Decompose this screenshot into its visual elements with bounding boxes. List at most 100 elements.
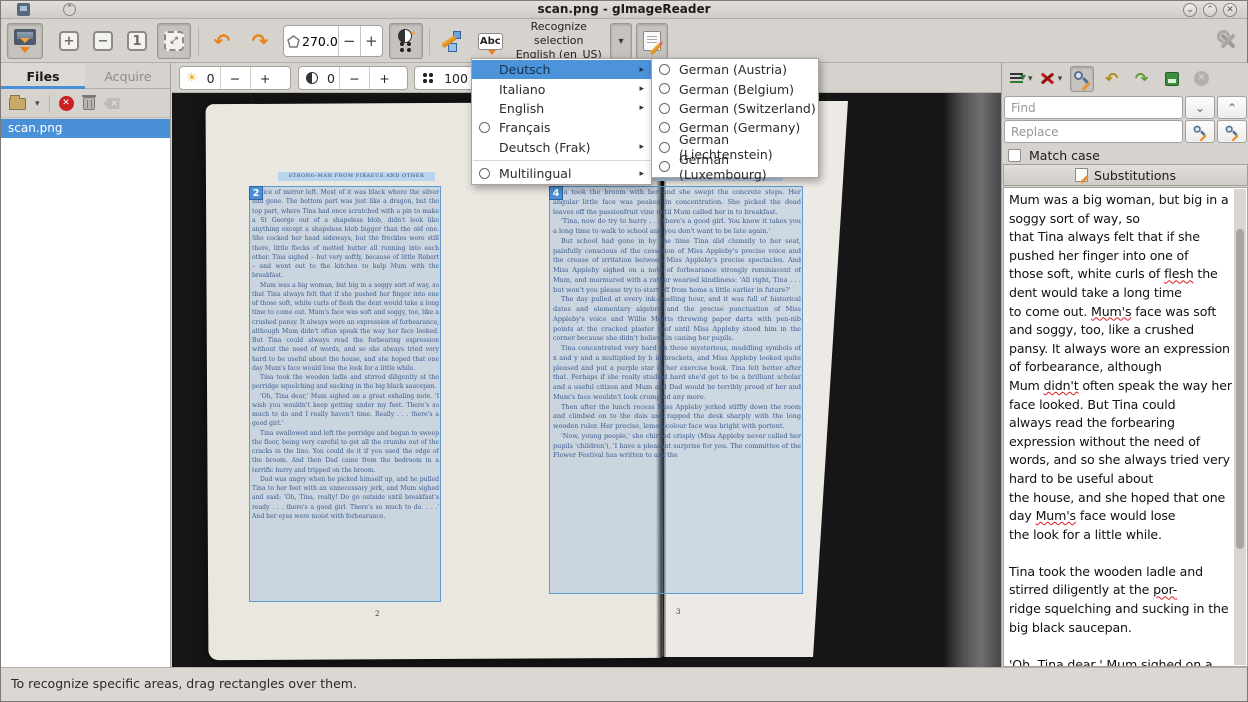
magic-wand-icon — [439, 29, 463, 53]
undo-icon: ↶ — [1105, 69, 1118, 89]
clear-files-icon[interactable] — [104, 98, 120, 109]
output-editor-icon — [643, 31, 661, 51]
rotation-spinbox[interactable]: 270.0 − + — [283, 25, 383, 57]
right-page-number: 3 — [676, 608, 680, 616]
misspelled-word: didn't — [1044, 378, 1079, 393]
zoom-original-button[interactable]: 1 — [121, 23, 153, 59]
redo-button[interactable]: ↷ — [1130, 66, 1154, 92]
ocr-output-area[interactable]: Mum was a big woman, but big in a soggy … — [1003, 187, 1248, 667]
scrollbar-thumb[interactable] — [1236, 229, 1244, 549]
match-case-row: Match case — [1008, 147, 1100, 163]
titlebar[interactable]: ⌃ scan.png - gImageReader ⌄ ⌃ ✕ — [1, 1, 1247, 19]
show-controls-button[interactable] — [7, 23, 43, 59]
minimize-button[interactable]: ⌄ — [1183, 3, 1197, 17]
sources-panel: Files Acquire ▾ ✕ scan.png — [1, 63, 171, 667]
replace-button[interactable] — [1185, 120, 1215, 143]
contrast-minus-button[interactable]: − — [340, 67, 369, 89]
autolayout-button[interactable] — [434, 23, 468, 59]
output-toolbar: ▾ ▾ ↶ ↷ ✕ — [1002, 63, 1248, 94]
toolbar-separator — [198, 27, 199, 55]
brightness-minus-button[interactable]: − — [221, 67, 250, 89]
zoom-in-button[interactable]: + — [53, 23, 85, 59]
rotation-minus-button[interactable]: − — [339, 26, 360, 56]
zoom-fit-button[interactable]: ⤢ — [157, 23, 191, 59]
substitutions-label: Substitutions — [1094, 168, 1176, 183]
brightness-plus-button[interactable]: + — [251, 67, 280, 89]
menu-item-deutsch-frak[interactable]: Deutsch (Frak) ▸ — [472, 138, 651, 157]
clear-output-button[interactable]: ✕ — [1190, 66, 1214, 92]
rotate-right-icon: ↷ — [252, 31, 269, 51]
image-controls-button[interactable]: ✦ — [389, 23, 423, 59]
find-replace-icon — [1073, 70, 1091, 88]
resolution-icon — [423, 73, 435, 83]
chevron-down-icon: ⌄ — [1195, 103, 1205, 113]
submenu-arrow-icon: ▸ — [639, 142, 644, 152]
submenu-item-german-belgium[interactable]: German (Belgium) — [652, 79, 818, 98]
open-folder-icon[interactable] — [9, 98, 26, 110]
statusbar: To recognize specific areas, drag rectan… — [1, 667, 1247, 701]
submenu-item-german-luxembourg[interactable]: German (Luxembourg) — [652, 157, 818, 176]
insert-mode-button[interactable]: ▾ — [1009, 66, 1034, 92]
tab-acquire[interactable]: Acquire — [85, 63, 171, 89]
ocr-selection-region-2[interactable] — [249, 186, 441, 602]
submenu-arrow-icon: ▸ — [639, 103, 644, 113]
resolution-value[interactable]: 100 — [441, 67, 471, 89]
menu-item-italiano[interactable]: Italiano ▸ — [472, 79, 651, 98]
replace-icon — [1193, 124, 1207, 138]
open-dropdown-icon[interactable]: ▾ — [35, 99, 40, 109]
rotation-plus-button[interactable]: + — [361, 26, 382, 56]
zoom-out-button[interactable]: − — [87, 23, 119, 59]
find-input[interactable] — [1004, 96, 1183, 119]
contrast-plus-button[interactable]: + — [370, 67, 399, 89]
file-list: scan.png — [1, 119, 170, 667]
submenu-item-german-austria[interactable]: German (Austria) — [652, 60, 818, 79]
brightness-spinbox[interactable]: ☀ 0 − + — [179, 66, 291, 90]
menu-item-english[interactable]: English ▸ — [472, 99, 651, 118]
replace-row — [1004, 120, 1247, 143]
menu-item-multilingual[interactable]: Multilingual ▸ — [472, 164, 651, 183]
output-scrollbar[interactable] — [1234, 189, 1246, 665]
match-case-checkbox[interactable] — [1008, 149, 1021, 162]
menu-item-francais[interactable]: Français — [472, 118, 651, 137]
rotate-left-button[interactable]: ↶ — [205, 23, 239, 59]
submenu-item-german-switzerland[interactable]: German (Switzerland) — [652, 99, 818, 118]
find-next-button[interactable]: ⌄ — [1185, 96, 1215, 119]
ocr-selection-region-4[interactable] — [549, 186, 803, 594]
undo-button[interactable]: ↶ — [1100, 66, 1124, 92]
menu-item-deutsch[interactable]: Deutsch ▸ — [472, 60, 651, 79]
maximize-button[interactable]: ⌃ — [1203, 3, 1217, 17]
toggle-output-pane-button[interactable] — [636, 23, 668, 59]
remove-file-icon[interactable]: ✕ — [59, 96, 74, 111]
find-prev-button[interactable]: ⌃ — [1217, 96, 1247, 119]
output-panel: ▾ ▾ ↶ ↷ ✕ ⌄ ⌃ — [1001, 63, 1248, 667]
zoom-fit-icon: ⤢ — [164, 31, 184, 51]
contrast-icon — [306, 72, 318, 84]
misspelled-word: por- — [1153, 582, 1177, 597]
find-replace-toggle-button[interactable] — [1070, 66, 1094, 92]
tab-files[interactable]: Files — [1, 63, 85, 89]
recognize-button[interactable]: Abc Recognize selection English (en_US) — [471, 23, 607, 59]
strip-characters-button[interactable]: ▾ — [1040, 66, 1064, 92]
recognize-language-menu: Deutsch ▸ Italiano ▸ English ▸ Français … — [471, 58, 652, 185]
replace-input[interactable] — [1004, 120, 1183, 143]
left-page-number: 2 — [375, 610, 379, 618]
ocr-output-text[interactable]: Mum was a big woman, but big in a soggy … — [1009, 191, 1232, 666]
zoom-original-icon: 1 — [127, 31, 147, 51]
chevron-down-icon: ▾ — [1058, 74, 1063, 84]
replace-all-button[interactable] — [1217, 120, 1247, 143]
brightness-value[interactable]: 0 — [202, 67, 220, 89]
contrast-spinbox[interactable]: 0 − + — [298, 66, 408, 90]
rotate-right-button[interactable]: ↷ — [243, 23, 277, 59]
close-button[interactable]: ✕ — [1223, 3, 1237, 17]
german-variant-submenu: German (Austria) German (Belgium) German… — [651, 58, 819, 178]
delete-file-icon[interactable] — [83, 97, 95, 110]
radio-icon — [659, 64, 670, 75]
files-toolbar: ▾ ✕ — [1, 90, 170, 118]
substitutions-button[interactable]: Substitutions — [1003, 164, 1248, 186]
file-list-item-selected[interactable]: scan.png — [1, 119, 170, 138]
preferences-button[interactable] — [1213, 23, 1243, 59]
save-output-button[interactable] — [1160, 66, 1184, 92]
contrast-value[interactable]: 0 — [323, 67, 339, 89]
rotation-value[interactable]: 270.0 — [302, 26, 338, 56]
recognize-language-dropdown-button[interactable]: ▾ — [610, 23, 632, 59]
